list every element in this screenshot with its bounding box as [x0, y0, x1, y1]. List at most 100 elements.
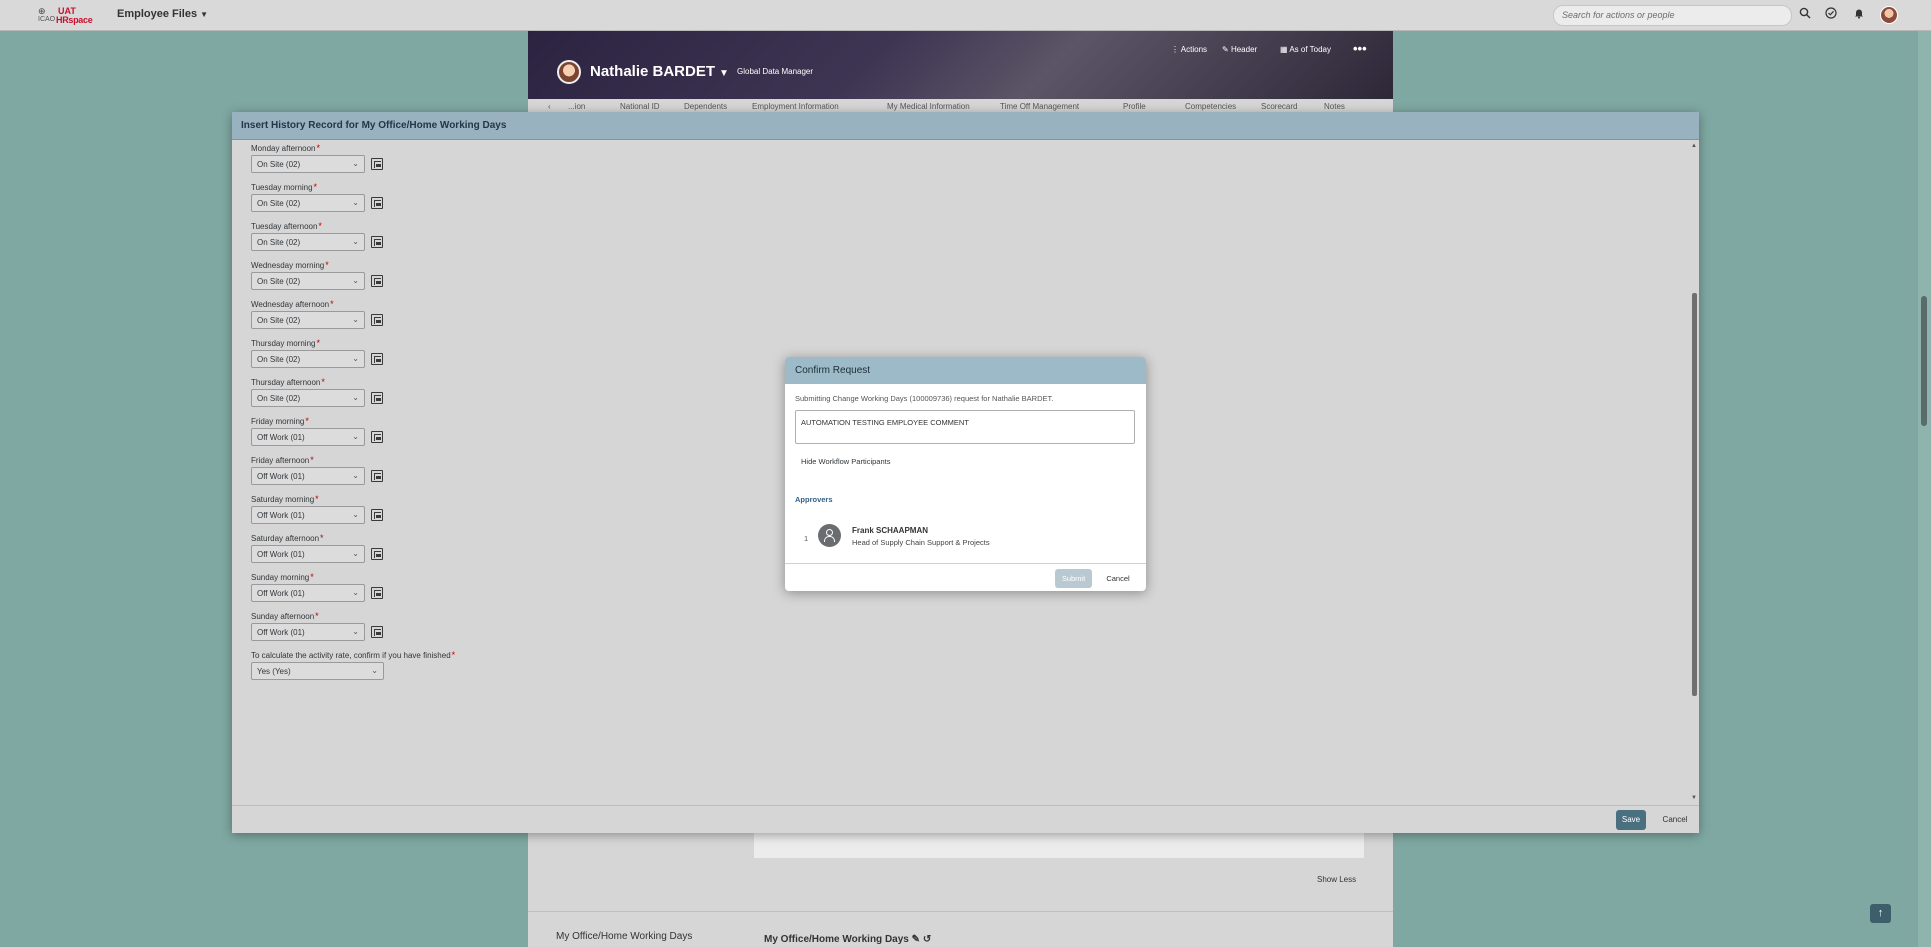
history-icon[interactable]: ↺ [923, 934, 931, 945]
select-value: On Site (02) [257, 277, 301, 286]
field-label-text: Sunday afternoon [251, 612, 315, 621]
user-avatar[interactable] [1880, 6, 1898, 24]
history-copy-icon[interactable] [371, 158, 383, 170]
scroll-up-icon[interactable]: ▲ [1691, 143, 1697, 149]
history-copy-icon[interactable] [371, 509, 383, 521]
history-copy-icon[interactable] [371, 548, 383, 560]
todo-check-icon[interactable] [1823, 7, 1839, 23]
approver-index: 1 [804, 534, 809, 543]
select-value: Off Work (01) [257, 628, 305, 637]
working-day-select[interactable]: Off Work (01) ⌄ [251, 506, 365, 524]
required-marker: * [316, 338, 320, 348]
confirm-cancel-button[interactable]: Cancel [1100, 569, 1136, 588]
history-copy-icon[interactable] [371, 626, 383, 638]
working-day-select[interactable]: Off Work (01) ⌄ [251, 584, 365, 602]
working-day-select[interactable]: Off Work (01) ⌄ [251, 428, 365, 446]
tab-item[interactable]: Dependents [684, 102, 727, 111]
chevron-down-icon: ⌄ [352, 198, 359, 207]
employee-avatar [557, 60, 581, 84]
tab-item[interactable]: Scorecard [1261, 102, 1297, 111]
submit-button[interactable]: Submit [1055, 569, 1092, 588]
working-day-select[interactable]: On Site (02) ⌄ [251, 233, 365, 251]
confirm-dialog-header: Confirm Request [785, 357, 1146, 384]
section-title-right: My Office/Home Working Days ✎ ↺ [764, 934, 931, 945]
chevron-down-icon: ⌄ [371, 666, 378, 675]
field-label: Wednesday afternoon* [251, 299, 334, 309]
field-label-text: Wednesday morning [251, 261, 325, 270]
as-of-today-button[interactable]: ▦ As of Today [1280, 45, 1331, 54]
working-day-select[interactable]: On Site (02) ⌄ [251, 194, 365, 212]
tab-item[interactable]: ...ion [568, 102, 585, 111]
company-logo[interactable]: ⊕ UAT ICAO HRspace [38, 4, 96, 26]
tab-item[interactable]: Notes [1324, 102, 1345, 111]
history-copy-icon[interactable] [371, 392, 383, 404]
chevron-down-icon: ⌄ [352, 627, 359, 636]
required-marker: * [451, 650, 456, 660]
scroll-to-top-button[interactable]: ↑ [1870, 904, 1891, 923]
history-copy-icon[interactable] [371, 587, 383, 599]
tab-item[interactable]: National ID [620, 102, 660, 111]
history-copy-icon[interactable] [371, 197, 383, 209]
edit-pencil-icon[interactable]: ✎ [912, 934, 920, 945]
tab-scroll-left-icon[interactable]: ‹ [548, 102, 551, 111]
actions-label: Actions [1180, 45, 1208, 54]
working-day-select[interactable]: On Site (02) ⌄ [251, 311, 365, 329]
working-day-select[interactable]: On Site (02) ⌄ [251, 155, 365, 173]
shell-search-input[interactable]: Search for actions or people [1553, 5, 1792, 26]
page-scrollbar-thumb[interactable] [1921, 296, 1927, 426]
search-icon[interactable] [1797, 7, 1813, 23]
history-copy-icon[interactable] [371, 470, 383, 482]
field-label: Tuesday afternoon* [251, 221, 322, 231]
field-label-text: Tuesday afternoon [251, 222, 318, 231]
cancel-button[interactable]: Cancel [1658, 810, 1692, 830]
working-day-select[interactable]: On Site (02) ⌄ [251, 389, 365, 407]
field-label: Friday morning* [251, 416, 309, 426]
approver-name[interactable]: Frank SCHAAPMAN [852, 526, 928, 535]
show-less-link[interactable]: Show Less [1317, 875, 1356, 884]
chevron-down-icon: ⌄ [352, 354, 359, 363]
tab-item[interactable]: Profile [1123, 102, 1146, 111]
app-menu-button[interactable]: Employee Files ▼ [117, 8, 208, 20]
activity-rate-label-text: To calculate the activity rate, confirm … [251, 651, 451, 660]
history-copy-icon[interactable] [371, 353, 383, 365]
actions-button[interactable]: ⋮ Actions [1171, 45, 1207, 54]
section-title-right-text: My Office/Home Working Days [764, 934, 909, 945]
dialog-scrollbar[interactable]: ▲ ▼ [1690, 141, 1699, 805]
more-options-icon[interactable]: ••• [1353, 41, 1367, 56]
page-scrollbar[interactable] [1918, 31, 1931, 947]
history-copy-icon[interactable] [371, 431, 383, 443]
confirm-dialog-footer: Submit Cancel [785, 563, 1146, 591]
field-label-text: Saturday afternoon [251, 534, 320, 543]
shell-bar: ⊕ UAT ICAO HRspace Employee Files ▼ Searc… [0, 0, 1931, 31]
select-value: Off Work (01) [257, 550, 305, 559]
select-value: Off Work (01) [257, 589, 305, 598]
bell-icon[interactable] [1851, 7, 1867, 23]
working-day-select[interactable]: Off Work (01) ⌄ [251, 623, 365, 641]
save-button[interactable]: Save [1616, 810, 1646, 830]
working-day-select[interactable]: Off Work (01) ⌄ [251, 467, 365, 485]
tab-item[interactable]: Employment Information [752, 102, 839, 111]
tab-item[interactable]: Time Off Management [1000, 102, 1079, 111]
confirm-request-dialog: Confirm Request Submitting Change Workin… [785, 357, 1146, 591]
history-copy-icon[interactable] [371, 236, 383, 248]
hide-workflow-participants-link[interactable]: Hide Workflow Participants [801, 457, 890, 466]
scroll-down-icon[interactable]: ▼ [1691, 795, 1697, 801]
activity-rate-select[interactable]: Yes (Yes) ⌄ [251, 662, 384, 680]
tab-item[interactable]: Competencies [1185, 102, 1236, 111]
chevron-down-icon: ▼ [719, 68, 729, 79]
comment-textarea[interactable]: AUTOMATION TESTING EMPLOYEE COMMENT [795, 410, 1135, 444]
working-day-select[interactable]: On Site (02) ⌄ [251, 272, 365, 290]
history-copy-icon[interactable] [371, 275, 383, 287]
history-copy-icon[interactable] [371, 314, 383, 326]
employee-name[interactable]: Nathalie BARDET ▼ [590, 63, 729, 80]
tab-item[interactable]: My Medical Information [887, 102, 970, 111]
chevron-down-icon: ⌄ [352, 510, 359, 519]
dialog-scrollbar-thumb[interactable] [1692, 293, 1697, 696]
header-button[interactable]: ✎ Header [1222, 45, 1257, 54]
working-day-select[interactable]: On Site (02) ⌄ [251, 350, 365, 368]
section-divider [528, 911, 1393, 912]
working-day-select[interactable]: Off Work (01) ⌄ [251, 545, 365, 563]
required-marker: * [316, 143, 321, 153]
chevron-down-icon: ⌄ [352, 159, 359, 168]
field-label: Saturday morning* [251, 494, 319, 504]
